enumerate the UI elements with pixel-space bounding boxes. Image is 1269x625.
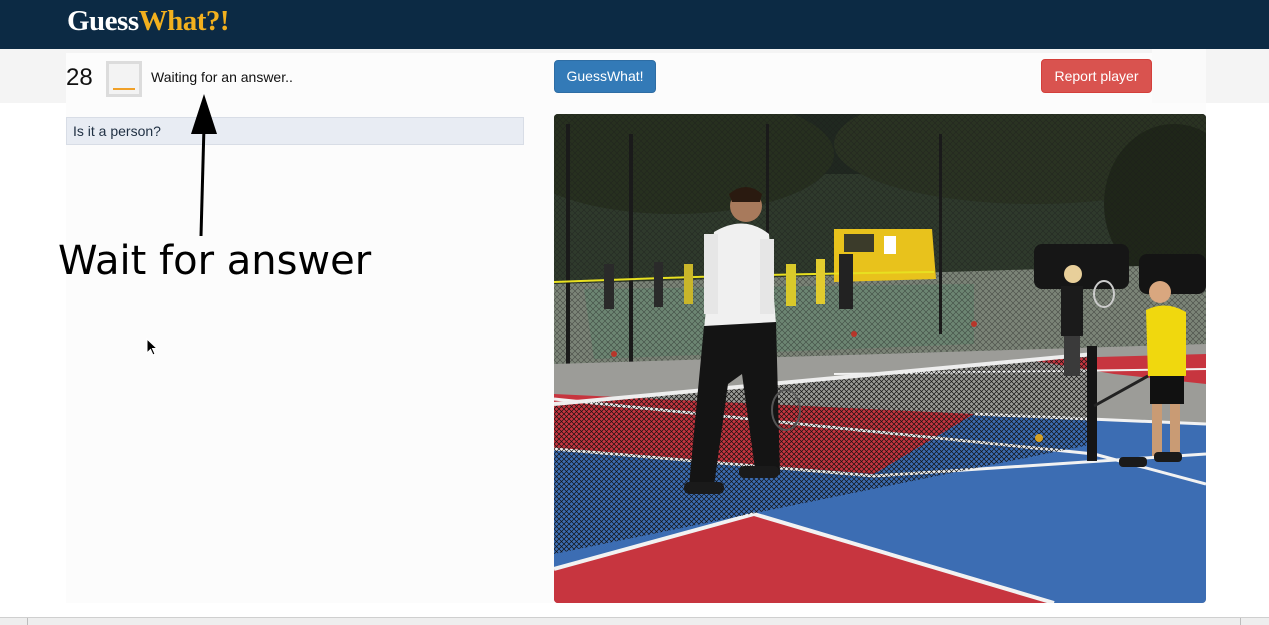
annotation-arrow-icon [191,94,217,237]
report-player-button[interactable]: Report player [1041,59,1152,93]
game-image[interactable] [554,114,1206,603]
guesswhat-button[interactable]: GuessWhat! [554,60,656,93]
status-text: Waiting for an answer.. [151,69,293,85]
brand-what: What?! [138,5,230,37]
oracle-avatar [106,61,142,97]
mouse-cursor-icon [146,338,159,356]
loading-indicator [113,88,135,90]
question-row: Is it a person? [66,117,524,145]
panel-corner [1152,49,1206,103]
annotation-label: Wait for answer [58,238,372,284]
tennis-court-image [554,114,1206,603]
brand-guess: Guess [67,5,139,37]
brand-logo[interactable]: GuessWhat?! [67,5,230,38]
question-counter: 28 [66,64,93,91]
navbar: GuessWhat?! [0,0,1269,49]
